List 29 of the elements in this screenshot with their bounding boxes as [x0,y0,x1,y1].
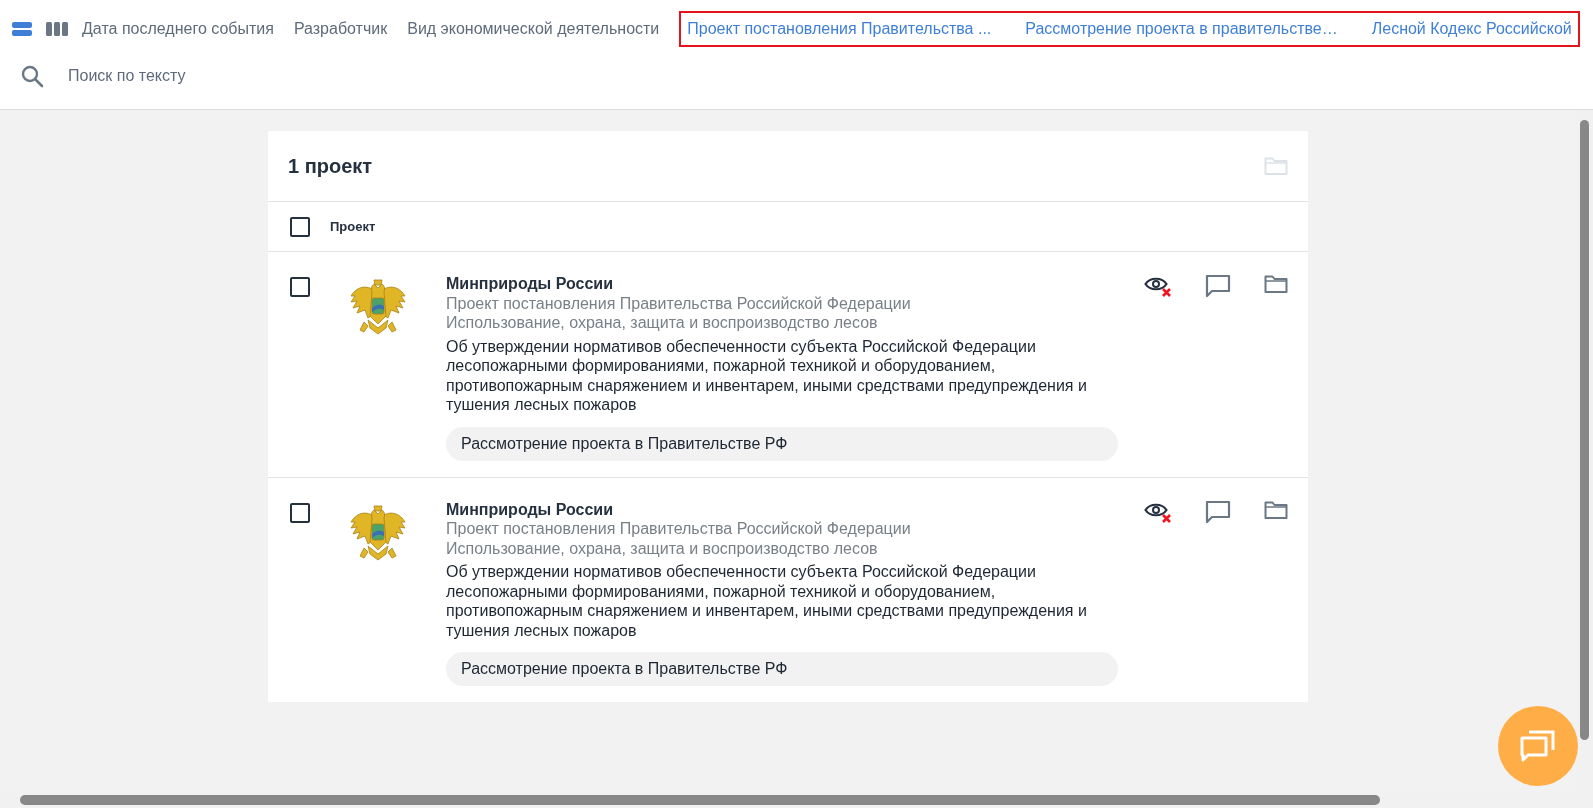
columns-view-icon[interactable] [46,21,68,37]
checkbox[interactable] [290,216,310,237]
category: Использование, охрана, защита и воспроизводство лесов [446,538,879,558]
document-type: Проект постановления Правительства Российской Федерации [446,293,912,313]
organization-name: Минприроды России [446,499,614,519]
folder-icon[interactable] [1264,274,1288,294]
search-icon[interactable] [20,64,44,88]
column-filter[interactable]: Разработчик [293,20,388,38]
category: Использование, охрана, защита и воспроизводство лесов [446,313,879,333]
organization-name: Минприроды России [446,274,614,294]
column-filter[interactable]: Дата последнего события [82,20,274,38]
folder-icon[interactable] [1264,499,1288,520]
column-filter[interactable]: Рассмотрение проекта в правительстве… [1025,20,1338,38]
column-header: Проект [330,219,376,234]
rows-view-icon[interactable] [12,21,32,37]
results-count: 1 проект [288,154,373,178]
project-title[interactable]: Об утверждении нормативов обеспеченности субъекта Российской Федерации лесопожарными формированиями, пожарной техникой и оборудованием, противопожарным снаряжением и инвентарем, иными средствами предупреждения и тушения лесных пожаров [446,562,1118,640]
document-type: Проект постановления Правительства Российской Федерации [446,519,912,539]
comment-icon[interactable] [1205,274,1231,298]
column-filter[interactable]: Вид экономической деятельности [407,20,660,38]
comment-icon[interactable] [1205,499,1231,524]
stage-tag: Рассмотрение проекта в Правительстве РФ [446,426,1118,461]
checkbox[interactable] [290,502,310,523]
checkbox[interactable] [290,277,310,297]
chat-icon [1519,728,1557,764]
column-filter[interactable]: Проект постановления Правительства ... [687,20,992,38]
stage-tag: Рассмотрение проекта в Правительстве РФ [446,652,1118,686]
column-filter[interactable]: Лесной Кодекс Российской [1371,20,1572,38]
project-title[interactable]: Об утверждении нормативов обеспеченности субъекта Российской Федерации лесопожарными формированиями, пожарной техникой и оборудованием, противопожарным снаряжением и инвентарем, иными средствами предупреждения и тушения лесных пожаров [446,336,1118,415]
